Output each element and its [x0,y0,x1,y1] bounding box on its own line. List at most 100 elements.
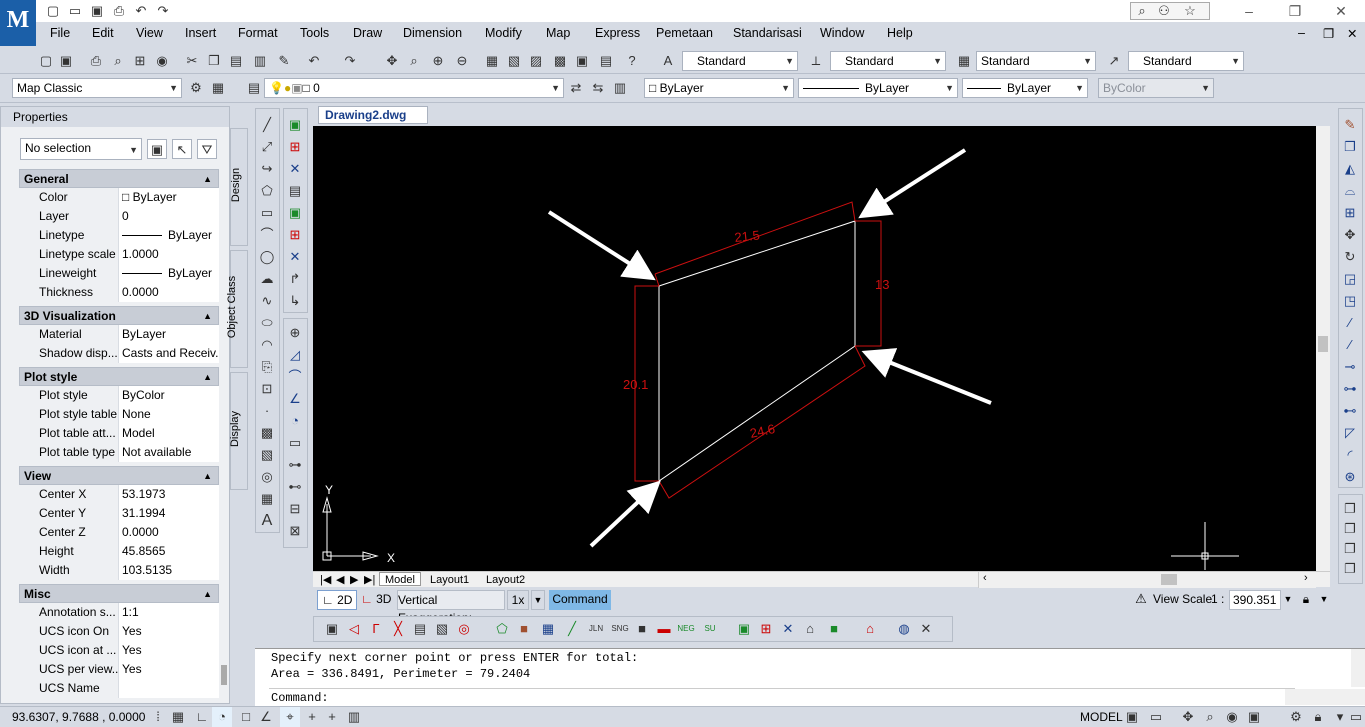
property-value[interactable]: Yes [118,641,219,660]
undo-tool-icon[interactable]: ↶ [304,51,324,71]
menu-help[interactable]: Help [887,26,913,40]
mirror-icon[interactable]: ◭ [1340,159,1360,179]
layer-states-icon[interactable]: ▥ [610,78,630,98]
map-tool-3-icon[interactable]: Γ [366,619,386,639]
insert-block-icon[interactable]: ⎘ [257,357,277,377]
workspace-select[interactable]: Map Classic ▼ [12,78,182,98]
text-style-select[interactable]: Standard ▼ [682,51,798,71]
map-tool-19-icon[interactable]: ⌂ [860,619,880,639]
dim-angular-icon[interactable]: ∠ [285,389,305,409]
send-under-icon[interactable]: ❐ [1340,559,1360,579]
user-icon[interactable]: ⚇ [1155,3,1173,19]
new-icon[interactable]: ▢ [44,3,62,19]
showmotion-icon[interactable]: ▣ [1244,707,1264,727]
print-icon[interactable]: ⎙ [110,3,128,19]
clean-screen-icon[interactable]: ▭ [1346,707,1365,727]
map-tool-4-icon[interactable]: ╳ [388,619,408,639]
table-icon[interactable]: ▦ [257,489,277,509]
menu-edit[interactable]: Edit [92,26,114,40]
linetype-select[interactable]: ByLayer ▼ [798,78,958,98]
point-icon[interactable]: · [257,401,277,421]
redo-icon[interactable]: ↷ [154,3,172,19]
tool-palettes-icon[interactable]: ▨ [526,51,546,71]
document-tab[interactable]: Drawing2.dwg [318,106,428,124]
map-layer-icon[interactable]: ▣ [285,115,305,135]
tab-layout2[interactable]: Layout2 [481,573,530,587]
save-icon[interactable]: ▣ [88,3,106,19]
quadrilateral-shape[interactable] [658,220,856,482]
publish-icon[interactable]: ⊞ [130,51,150,71]
quick-view-drawings-icon[interactable]: ▭ [1146,707,1166,727]
map-tool-17-icon[interactable]: ⌂ [800,619,820,639]
map-tool-6-icon[interactable]: ▧ [432,619,452,639]
map-tool-12-icon[interactable]: ■ [632,619,652,639]
zoom-previous-icon[interactable]: ⊖ [452,51,472,71]
dim-break-icon[interactable]: ⊟ [285,499,305,519]
extend-icon[interactable]: ⁄ [1340,335,1360,355]
menu-format[interactable]: Format [238,26,278,40]
layer-select[interactable]: 💡●▣□ 0 ▼ [264,78,564,98]
snap-mode-icon[interactable]: ⁞ [148,707,168,727]
table-style-select[interactable]: Standard ▼ [976,51,1096,71]
command-hscrollbar[interactable] [1285,689,1365,705]
copy-icon[interactable]: ❐ [204,51,224,71]
map-tool-16-icon[interactable]: ✕ [778,619,798,639]
map-tool-9-icon[interactable]: ■ [514,619,534,639]
select-objects-icon[interactable]: ↖ [172,139,192,159]
property-row[interactable]: Linetype ByLayer [19,226,219,245]
doc-close-button[interactable]: ✕ [1347,26,1357,41]
map-tool-2-icon[interactable]: ◁ [344,619,364,639]
dim-edit-icon[interactable]: ⊠ [285,521,305,541]
property-value[interactable]: ByLayer [118,264,219,283]
section-header[interactable]: Plot style ▲ [19,367,219,386]
map-tool-8-icon[interactable]: ⬠ [492,619,512,639]
match-prop-icon[interactable]: ▥ [250,51,270,71]
paste-icon[interactable]: ▤ [226,51,246,71]
property-row[interactable]: Width 103.5135 [19,561,219,580]
dim-style-select[interactable]: Standard ▼ [830,51,946,71]
menu-map[interactable]: Map [546,26,570,40]
trim-icon[interactable]: ⁄ [1340,313,1360,333]
design-center-icon[interactable]: ▧ [504,51,524,71]
menu-view[interactable]: View [136,26,163,40]
menu-pemetaan[interactable]: Pemetaan [656,26,713,40]
layer-manager-icon[interactable]: ▤ [244,78,264,98]
tab-model[interactable]: Model [379,572,421,586]
plot-icon[interactable]: ⎙ [86,51,106,71]
array-icon[interactable]: ⊞ [1340,203,1360,223]
layer-previous-icon[interactable]: ⇆ [588,78,608,98]
property-row[interactable]: Center Z 0.0000 [19,523,219,542]
scroll-right-icon[interactable]: › [1304,572,1308,584]
open-icon[interactable]: ▭ [66,3,84,19]
property-row[interactable]: UCS Name [19,679,219,698]
property-row[interactable]: Plot style ByColor [19,386,219,405]
toolbar-lock-icon[interactable]: 🔒︎ [1308,707,1328,727]
make-block-icon[interactable]: ⊡ [257,379,277,399]
map-tool-10-icon[interactable]: ▦ [538,619,558,639]
property-value[interactable]: None [118,405,219,424]
map-tool-jln-icon[interactable]: JLN [586,619,606,639]
dim-bottom-line[interactable] [658,345,866,499]
preview-icon[interactable]: ⌕ [108,51,128,71]
mtext-icon[interactable]: A [257,511,277,531]
status-menu-icon[interactable]: ▼ [1317,590,1331,610]
rotate-icon[interactable]: ↻ [1340,247,1360,267]
section-header[interactable]: View ▲ [19,466,219,485]
snap-icon[interactable]: ⊕ [285,323,305,343]
hatch-icon[interactable]: ▩ [257,423,277,443]
property-row[interactable]: Color □ ByLayer [19,188,219,207]
map-tool-su-icon[interactable]: SU [700,619,720,639]
property-value[interactable]: 53.1973 [118,485,219,504]
menu-draw[interactable]: Draw [353,26,382,40]
stretch-icon[interactable]: ◳ [1340,291,1360,311]
selection-select[interactable]: No selection ▼ [20,138,142,160]
menu-dimension[interactable]: Dimension [403,26,462,40]
property-value[interactable]: Yes [118,622,219,641]
arc-icon[interactable]: ⌒ [257,225,277,245]
map-tool-sng-icon[interactable]: SNG [610,619,630,639]
property-value[interactable]: 0.0000 [118,283,219,302]
send-back-icon[interactable]: ❐ [1340,519,1360,539]
qnew-icon[interactable]: ▢ [36,51,56,71]
lineweight-icon[interactable]: + [322,707,342,727]
menu-insert[interactable]: Insert [185,26,216,40]
